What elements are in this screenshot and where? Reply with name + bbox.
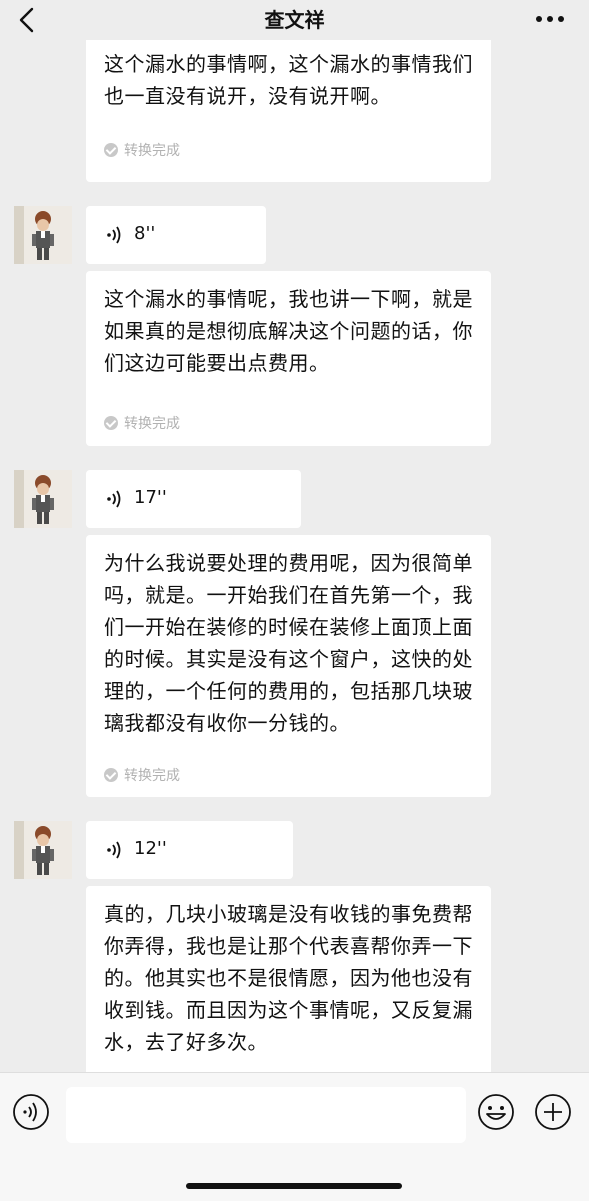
voice-message-bubble[interactable]: 12'' bbox=[86, 821, 293, 879]
plus-icon[interactable] bbox=[534, 1093, 572, 1131]
voice-message-bubble[interactable]: 8'' bbox=[86, 206, 266, 264]
chat-message-list[interactable]: 这个漏水的事情啊，这个漏水的事情我们也一直没有说开，没有说开啊。 转换完成 8'… bbox=[0, 40, 589, 1072]
sender-avatar[interactable] bbox=[14, 206, 72, 264]
voice-wave-icon bbox=[107, 841, 121, 859]
transcription-card[interactable]: 为什么我说要处理的费用呢，因为很简单吗，就是。一开始我们在首先第一个，我们一开始… bbox=[86, 535, 491, 797]
transcription-text: 这个漏水的事情啊，这个漏水的事情我们也一直没有说开，没有说开啊。 bbox=[104, 52, 473, 108]
conversion-status: 转换完成 bbox=[104, 413, 180, 433]
conversion-status-label: 转换完成 bbox=[124, 143, 180, 159]
input-bar bbox=[0, 1072, 589, 1201]
transcription-text: 真的，几块小玻璃是没有收钱的事免费帮你弄得，我也是让那个代表喜帮你弄一下的。他其… bbox=[104, 902, 473, 1054]
conversion-status-label: 转换完成 bbox=[124, 416, 180, 432]
more-dots-icon[interactable] bbox=[533, 10, 567, 28]
avatar-image bbox=[14, 470, 72, 528]
voice-message-bubble[interactable]: 17'' bbox=[86, 470, 301, 528]
transcription-card[interactable]: 这个漏水的事情啊，这个漏水的事情我们也一直没有说开，没有说开啊。 转换完成 bbox=[86, 40, 491, 182]
voice-wave-icon bbox=[107, 226, 121, 244]
sender-avatar[interactable] bbox=[14, 470, 72, 528]
voice-input-icon[interactable] bbox=[12, 1093, 50, 1131]
chat-title: 查文祥 bbox=[264, 8, 325, 32]
voice-duration: 8'' bbox=[134, 223, 156, 244]
check-circle-icon bbox=[104, 416, 118, 430]
check-circle-icon bbox=[104, 768, 118, 782]
voice-duration: 12'' bbox=[134, 838, 167, 859]
transcription-text: 这个漏水的事情呢，我也讲一下啊，就是如果真的是想彻底解决这个问题的话，你们这边可… bbox=[104, 287, 473, 375]
home-indicator bbox=[186, 1183, 402, 1189]
transcription-text: 为什么我说要处理的费用呢，因为很简单吗，就是。一开始我们在首先第一个，我们一开始… bbox=[104, 551, 473, 735]
transcription-card[interactable]: 这个漏水的事情呢，我也讲一下啊，就是如果真的是想彻底解决这个问题的话，你们这边可… bbox=[86, 271, 491, 446]
avatar-image bbox=[14, 821, 72, 879]
conversion-status: 转换完成 bbox=[104, 140, 180, 160]
conversion-status: 转换完成 bbox=[104, 765, 180, 785]
transcription-card[interactable]: 真的，几块小玻璃是没有收钱的事免费帮你弄得，我也是让那个代表喜帮你弄一下的。他其… bbox=[86, 886, 491, 1072]
avatar-image bbox=[14, 206, 72, 264]
chat-header: 查文祥 bbox=[0, 0, 589, 40]
message-input[interactable] bbox=[66, 1087, 466, 1143]
voice-duration: 17'' bbox=[134, 487, 167, 508]
conversion-status-label: 转换完成 bbox=[124, 768, 180, 784]
check-circle-icon bbox=[104, 143, 118, 157]
sender-avatar[interactable] bbox=[14, 821, 72, 879]
voice-wave-icon bbox=[107, 490, 121, 508]
emoji-icon[interactable] bbox=[477, 1093, 515, 1131]
